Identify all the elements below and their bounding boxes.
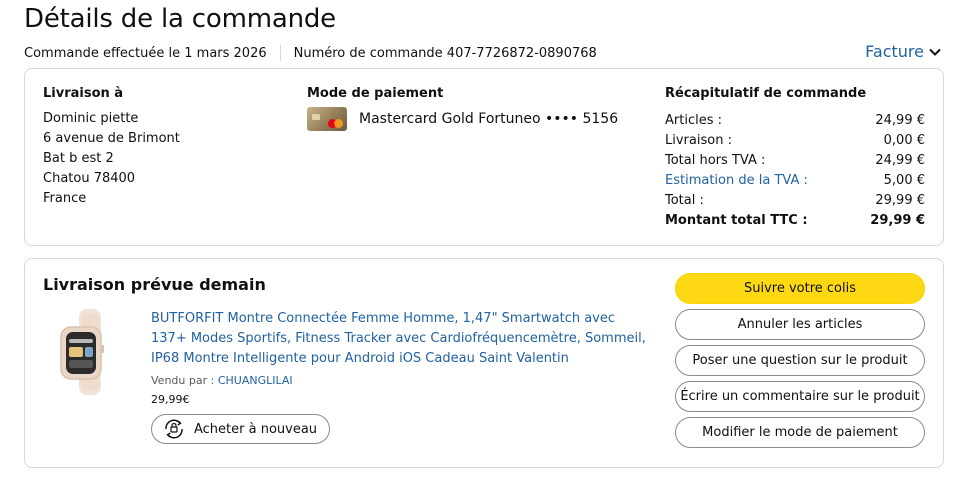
meta-divider xyxy=(279,45,281,61)
order-number: Numéro de commande 407-7726872-0890768 xyxy=(293,45,597,61)
seller-link[interactable]: CHUANGLILAI xyxy=(218,374,293,387)
sold-by: Vendu par : CHUANGLILAI xyxy=(151,374,293,387)
page-title: Détails de la commande xyxy=(24,4,336,34)
buy-again-button[interactable]: Acheter à nouveau xyxy=(151,414,331,444)
shipping-address: Dominic piette 6 avenue de Brimont Bat b… xyxy=(43,109,180,209)
sold-by-label: Vendu par : xyxy=(151,374,218,387)
chevron-down-icon xyxy=(929,48,941,56)
summary-value: 24,99 € xyxy=(875,153,925,168)
mastercard-icon xyxy=(307,107,347,131)
rebuy-cart-icon xyxy=(165,419,183,439)
summary-value: 24,99 € xyxy=(875,113,925,128)
invoice-dropdown[interactable]: Facture xyxy=(865,42,941,61)
summary-row: Total hors TVA : 24,99 € xyxy=(665,151,925,171)
delivery-title: Livraison prévue demain xyxy=(43,275,266,294)
summary-total-row: Montant total TTC : 29,99 € xyxy=(665,211,925,231)
summary-title: Récapitulatif de commande xyxy=(665,86,867,101)
order-date: Commande effectuée le 1 mars 2026 xyxy=(24,45,267,61)
delivery-box: Livraison prévue demain BUTFORFIT Montre… xyxy=(24,258,944,468)
write-review-button[interactable]: Écrire un commentaire sur le produit xyxy=(675,381,925,412)
address-line: Bat b est 2 xyxy=(43,151,114,166)
product-price: 29,99€ xyxy=(151,393,190,406)
smartwatch-product-image[interactable] xyxy=(51,309,127,395)
summary-value: 0,00 € xyxy=(883,133,925,148)
product-title-link[interactable]: BUTFORFIT Montre Connectée Femme Homme, … xyxy=(151,309,651,369)
address-line: Chatou 78400 xyxy=(43,171,136,186)
shipping-title: Livraison à xyxy=(43,86,124,101)
summary-row: Estimation de la TVA : 5,00 € xyxy=(665,171,925,191)
payment-method: Mastercard Gold Fortuneo •••• 5156 xyxy=(307,107,618,131)
summary-row: Livraison : 0,00 € xyxy=(665,131,925,151)
payment-title: Mode de paiement xyxy=(307,86,444,101)
summary-value: 5,00 € xyxy=(883,173,925,188)
buy-again-label: Acheter à nouveau xyxy=(194,421,318,437)
order-summary: Articles : 24,99 € Livraison : 0,00 € To… xyxy=(665,111,925,231)
address-line: 6 avenue de Brimont xyxy=(43,131,180,146)
tax-estimate-link[interactable]: Estimation de la TVA : xyxy=(665,171,808,191)
address-line: France xyxy=(43,191,87,206)
summary-label: Total : xyxy=(665,193,704,208)
change-payment-method-button[interactable]: Modifier le mode de paiement xyxy=(675,417,925,448)
summary-value: 29,99 € xyxy=(875,193,925,208)
invoice-label: Facture xyxy=(865,42,924,61)
ask-product-question-button[interactable]: Poser une question sur le produit xyxy=(675,345,925,376)
track-package-button[interactable]: Suivre votre colis xyxy=(675,273,925,304)
order-meta: Commande effectuée le 1 mars 2026 Numéro… xyxy=(24,45,597,61)
order-details-box: Livraison à Dominic piette 6 avenue de B… xyxy=(24,68,944,246)
summary-label: Livraison : xyxy=(665,133,732,148)
summary-value: 29,99 € xyxy=(870,213,925,228)
summary-label: Total hors TVA : xyxy=(665,153,766,168)
summary-label: Montant total TTC : xyxy=(665,213,808,228)
summary-row: Total : 29,99 € xyxy=(665,191,925,211)
address-line: Dominic piette xyxy=(43,111,139,126)
cancel-items-button[interactable]: Annuler les articles xyxy=(675,309,925,340)
summary-row: Articles : 24,99 € xyxy=(665,111,925,131)
card-text: Mastercard Gold Fortuneo •••• 5156 xyxy=(359,111,619,127)
summary-label: Articles : xyxy=(665,113,722,128)
